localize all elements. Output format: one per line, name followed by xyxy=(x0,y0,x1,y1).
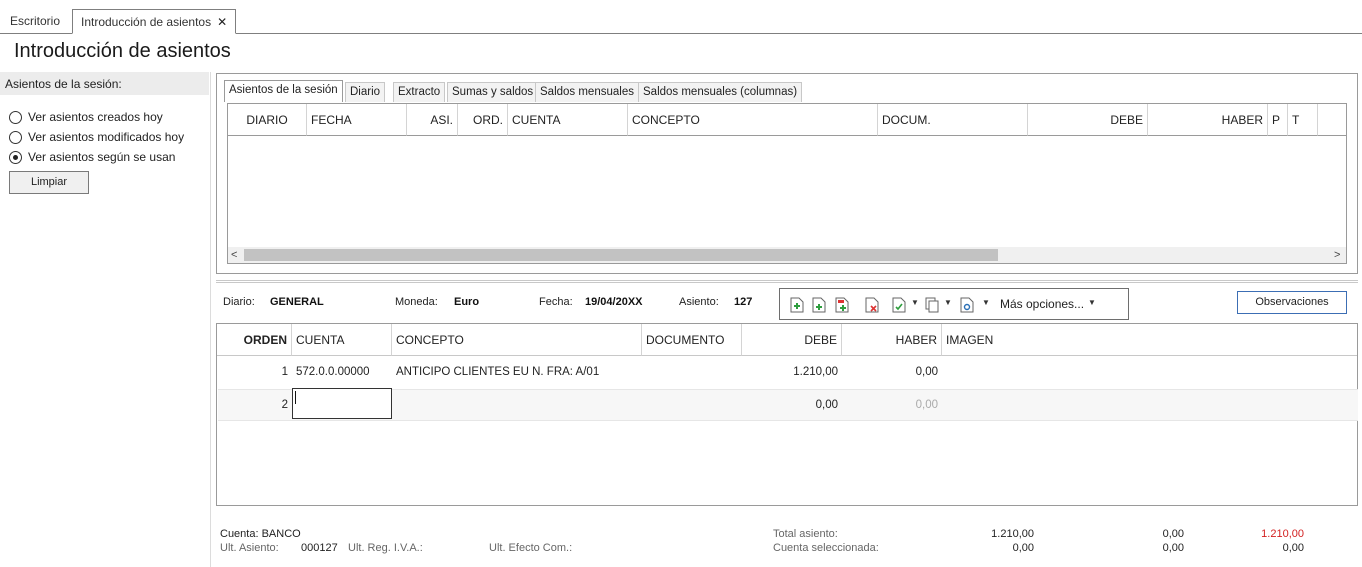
asiento-label: Asiento: xyxy=(679,296,719,308)
validate-dropdown-icon[interactable]: ▼ xyxy=(911,298,919,307)
fecha-label: Fecha: xyxy=(539,296,573,308)
row2-debe[interactable]: 0,00 xyxy=(742,389,842,421)
tab-saldos-mensuales[interactable]: Saldos mensuales xyxy=(535,82,639,102)
option-label: Ver asientos según se usan xyxy=(28,150,176,164)
new-line-above-icon[interactable] xyxy=(790,297,804,313)
moneda-value: Euro xyxy=(454,296,480,308)
row1-orden: 1 xyxy=(281,366,288,378)
row1-haber[interactable]: 0,00 xyxy=(842,356,942,388)
panel-divider xyxy=(210,72,211,567)
tab-extracto[interactable]: Extracto xyxy=(393,82,446,102)
observaciones-button[interactable]: Observaciones xyxy=(1237,291,1347,314)
col-asi[interactable]: ASI. xyxy=(407,104,458,136)
total-haber: 0,00 xyxy=(1162,528,1184,540)
row2-concepto[interactable] xyxy=(392,389,642,421)
col-documento[interactable]: DOCUMENTO xyxy=(642,324,742,356)
ult-asiento-label: Ult. Asiento: xyxy=(220,542,279,554)
session-entries-grid[interactable]: DIARIO FECHA ASI. ORD. CUENTA CONCEPTO D… xyxy=(227,103,1347,264)
diario-value: GENERAL xyxy=(270,296,324,308)
sel-debe: 0,00 xyxy=(1012,542,1034,554)
sel-saldo: 0,00 xyxy=(1282,542,1304,554)
copy-entry-icon[interactable] xyxy=(925,297,939,313)
col-docum[interactable]: DOCUM. xyxy=(878,104,1028,136)
row1-concepto[interactable]: ANTICIPO CLIENTES EU N. FRA: A/01 xyxy=(392,356,642,388)
entry-toolbar: ▼ ▼ ▼ Más opciones... ▼ xyxy=(779,288,1129,320)
col-t[interactable]: T xyxy=(1288,104,1318,136)
more-options-dropdown-icon[interactable]: ▼ xyxy=(1088,298,1096,307)
document-tab-bar: Escritorio Introducción de asientos ✕ xyxy=(0,0,1362,34)
fecha-value: 19/04/20XX xyxy=(585,296,643,308)
option-label: Ver asientos modificados hoy xyxy=(28,130,185,144)
col-p[interactable]: P xyxy=(1268,104,1288,136)
option-created-today[interactable]: Ver asientos creados hoy xyxy=(9,109,163,125)
radio-modified-today[interactable] xyxy=(9,130,22,144)
moneda-label: Moneda: xyxy=(395,296,438,308)
radio-created-today[interactable] xyxy=(9,110,22,124)
sel-haber: 0,00 xyxy=(1162,542,1184,554)
total-debe: 1.210,00 xyxy=(991,528,1034,540)
copy-dropdown-icon[interactable]: ▼ xyxy=(944,298,952,307)
scroll-left-icon[interactable]: < xyxy=(231,249,237,261)
col-debe[interactable]: DEBE xyxy=(742,324,842,356)
panel-splitter[interactable] xyxy=(216,280,1358,283)
option-as-used[interactable]: Ver asientos según se usan xyxy=(9,149,175,165)
ult-reg-iva-label: Ult. Reg. I.V.A.: xyxy=(348,542,423,554)
tab-introduccion-asientos[interactable]: Introducción de asientos ✕ xyxy=(72,9,237,34)
append-line-icon[interactable] xyxy=(835,297,849,313)
page-title: Introducción de asientos xyxy=(14,40,231,62)
row2-cuenta-input[interactable] xyxy=(292,388,392,419)
col-debe[interactable]: DEBE xyxy=(1028,104,1148,136)
tab-session-entries[interactable]: Asientos de la sesión xyxy=(224,80,343,102)
row1-debe[interactable]: 1.210,00 xyxy=(742,356,842,388)
radio-as-used[interactable] xyxy=(9,150,22,164)
row2-haber[interactable]: 0,00 xyxy=(842,389,942,421)
col-concepto[interactable]: CONCEPTO xyxy=(392,324,642,356)
tab-saldos-mensuales-columnas[interactable]: Saldos mensuales (columnas) xyxy=(638,82,803,102)
tab-diario[interactable]: Diario xyxy=(345,82,386,102)
footer-cuenta: Cuenta: BANCO xyxy=(220,528,301,540)
ult-asiento-value: 000127 xyxy=(301,542,338,554)
row2-orden: 2 xyxy=(281,399,288,411)
diario-label: Diario: xyxy=(223,296,255,308)
asiento-value: 127 xyxy=(734,296,753,308)
view-document-icon[interactable] xyxy=(960,297,974,313)
cuenta-seleccionada-label: Cuenta seleccionada: xyxy=(773,542,879,554)
col-imagen[interactable]: IMAGEN xyxy=(942,324,1357,356)
validate-entry-icon[interactable] xyxy=(892,297,906,313)
scrollbar-thumb[interactable] xyxy=(244,249,998,261)
total-asiento-label: Total asiento: xyxy=(773,528,838,540)
view-dropdown-icon[interactable]: ▼ xyxy=(982,298,990,307)
col-filler xyxy=(1318,104,1346,136)
col-diario[interactable]: DIARIO xyxy=(228,104,307,136)
col-cuenta[interactable]: CUENTA xyxy=(292,324,392,356)
session-entries-header: Asientos de la sesión: xyxy=(0,72,209,95)
ult-efecto-label: Ult. Efecto Com.: xyxy=(489,542,573,554)
option-modified-today[interactable]: Ver asientos modificados hoy xyxy=(9,129,184,145)
tab-escritorio[interactable]: Escritorio xyxy=(2,9,68,34)
insert-line-icon[interactable] xyxy=(812,297,826,313)
col-haber[interactable]: HABER xyxy=(1148,104,1268,136)
option-label: Ver asientos creados hoy xyxy=(28,110,163,124)
delete-line-icon[interactable] xyxy=(865,297,879,313)
total-saldo: 1.210,00 xyxy=(1261,528,1304,540)
col-concepto[interactable]: CONCEPTO xyxy=(628,104,878,136)
tab-sumas-saldos[interactable]: Sumas y saldos xyxy=(447,82,539,102)
col-cuenta[interactable]: CUENTA xyxy=(508,104,628,136)
more-options-button[interactable]: Más opciones... xyxy=(1000,297,1084,311)
row1-documento[interactable] xyxy=(642,356,742,388)
clear-button[interactable]: Limpiar xyxy=(9,171,89,194)
col-ord[interactable]: ORD. xyxy=(458,104,508,136)
row1-cuenta[interactable]: 572.0.0.00000 xyxy=(292,356,392,388)
close-tab-icon[interactable]: ✕ xyxy=(217,15,227,29)
col-fecha[interactable]: FECHA xyxy=(307,104,407,136)
scroll-right-icon[interactable]: > xyxy=(1334,249,1340,261)
text-cursor xyxy=(295,391,296,404)
col-orden[interactable]: ORDEN xyxy=(217,324,292,356)
col-haber[interactable]: HABER xyxy=(842,324,942,356)
